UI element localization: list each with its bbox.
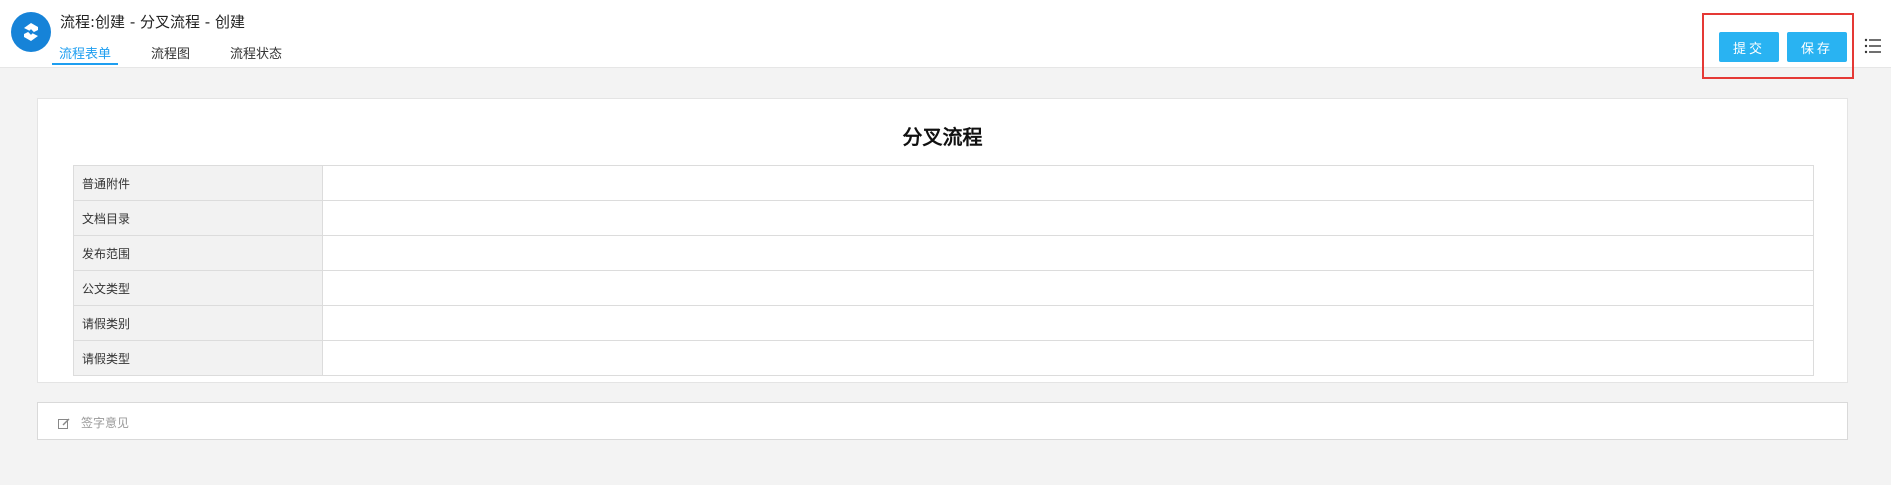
save-button[interactable]: 保存 — [1787, 32, 1847, 62]
document-type-field[interactable] — [322, 270, 1814, 306]
form-table: 普通附件 文档目录 发布范围 公文类型 请假类别 请假类型 — [73, 165, 1814, 376]
leave-type-field[interactable] — [322, 340, 1814, 376]
signature-opinion-field[interactable]: 签字意见 — [37, 402, 1848, 440]
doc-directory-field[interactable] — [322, 200, 1814, 236]
form-card: 分叉流程 普通附件 文档目录 发布范围 公文类型 请假类别 请假类型 — [37, 98, 1848, 383]
form-row: 普通附件 — [73, 165, 1814, 201]
form-row: 发布范围 — [73, 235, 1814, 271]
tab-bar: 流程表单 流程图 流程状态 — [52, 40, 315, 68]
list-menu-icon[interactable] — [1864, 37, 1882, 55]
page-title: 流程:创建 - 分叉流程 - 创建 — [60, 13, 245, 31]
form-row: 请假类别 — [73, 305, 1814, 341]
form-title: 分叉流程 — [902, 125, 983, 149]
top-header: 流程:创建 - 分叉流程 - 创建 流程表单 流程图 流程状态 提交 保存 — [0, 0, 1891, 79]
leave-category-field[interactable] — [322, 305, 1814, 341]
tab-flow-chart[interactable]: 流程图 — [144, 40, 197, 65]
tab-form[interactable]: 流程表单 — [52, 40, 119, 65]
form-row: 公文类型 — [73, 270, 1814, 306]
field-label: 请假类别 — [73, 305, 323, 341]
field-label: 文档目录 — [73, 200, 323, 236]
field-label: 发布范围 — [73, 235, 323, 271]
attachment-field[interactable] — [322, 165, 1814, 201]
form-row: 请假类型 — [73, 340, 1814, 376]
field-label: 普通附件 — [73, 165, 323, 201]
field-label: 请假类型 — [73, 340, 323, 376]
form-row: 文档目录 — [73, 200, 1814, 236]
publish-scope-field[interactable] — [322, 235, 1814, 271]
action-buttons-highlight: 提交 保存 — [1702, 13, 1854, 79]
tab-flow-status[interactable]: 流程状态 — [223, 40, 289, 65]
field-label: 公文类型 — [73, 270, 323, 306]
flow-logo-icon — [11, 12, 51, 52]
submit-button[interactable]: 提交 — [1719, 32, 1779, 62]
edit-icon — [58, 415, 70, 429]
signature-opinion-placeholder: 签字意见 — [81, 416, 130, 430]
